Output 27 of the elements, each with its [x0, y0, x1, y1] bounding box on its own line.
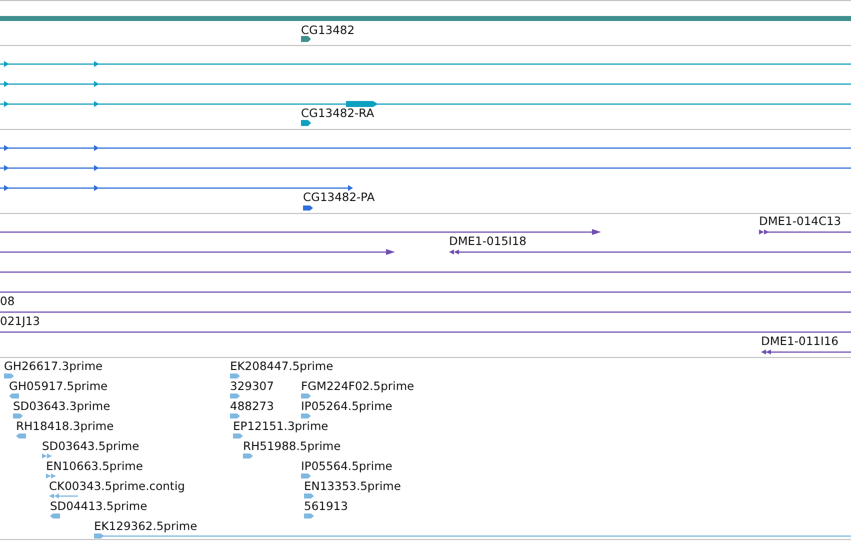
feature-label: GH05917.5prime: [9, 379, 108, 393]
feature-label: 561913: [304, 499, 348, 513]
feature-label: RH51988.5prime: [243, 439, 341, 453]
feature-label: 021J13: [0, 314, 40, 328]
feature-label: RH18418.3prime: [16, 419, 114, 433]
feature-label: DME1-015I18: [449, 234, 526, 248]
feature-label: EK129362.5prime: [94, 519, 198, 533]
feature-label: CK00343.5prime.contig: [49, 479, 185, 493]
feature-label: CG13482: [301, 23, 355, 37]
feature-label: IP05264.5prime: [301, 399, 392, 413]
feature-label: FGM224F02.5prime: [301, 379, 414, 393]
feature-label: IP05564.5prime: [301, 459, 392, 473]
feature-label: 329307: [230, 379, 274, 393]
feature-label: CG13482-RA: [301, 106, 374, 120]
feature-label: SD03643.5prime: [42, 439, 140, 453]
feature-label: 08: [0, 294, 15, 308]
feature-label: DME1-014C13: [759, 214, 842, 228]
feature-label: EP12151.3prime: [233, 419, 328, 433]
feature-label: SD04413.5prime: [50, 499, 148, 513]
feature-label: EN10663.5prime: [46, 459, 143, 473]
feature-label: EN13353.5prime: [304, 479, 401, 493]
feature-label: GH26617.3prime: [4, 359, 103, 373]
feature-label: CG13482-PA: [303, 190, 375, 204]
feature-label: 488273: [230, 399, 274, 413]
feature-label: EK208447.5prime: [230, 359, 334, 373]
feature-label: SD03643.3prime: [13, 399, 110, 413]
feature-label: DME1-011I16: [761, 334, 838, 348]
